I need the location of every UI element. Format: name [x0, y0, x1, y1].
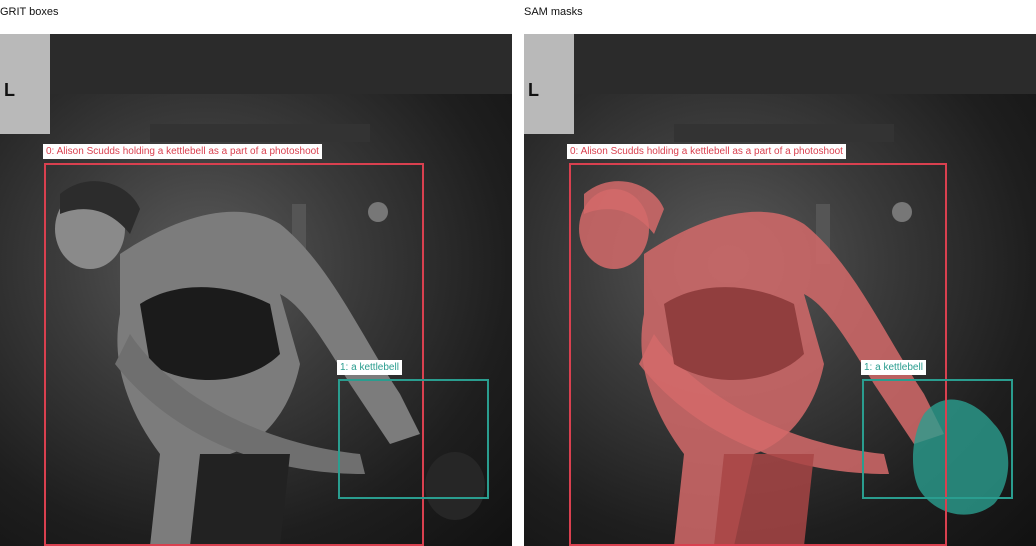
gym-sign-letter: L: [528, 80, 539, 100]
right-label-person: 0: Alison Scudds holding a kettlebell as…: [567, 144, 846, 159]
left-panel-title: GRIT boxes: [0, 6, 59, 18]
right-box-kettlebell: [862, 379, 1013, 499]
left-label-kettlebell: 1: a kettlebell: [337, 360, 402, 375]
right-label-kettlebell: 1: a kettlebell: [861, 360, 926, 375]
right-panel-title: SAM masks: [524, 6, 583, 18]
left-label-person: 0: Alison Scudds holding a kettlebell as…: [43, 144, 322, 159]
gym-sign-letter: L: [4, 80, 15, 100]
left-box-kettlebell: [338, 379, 489, 499]
